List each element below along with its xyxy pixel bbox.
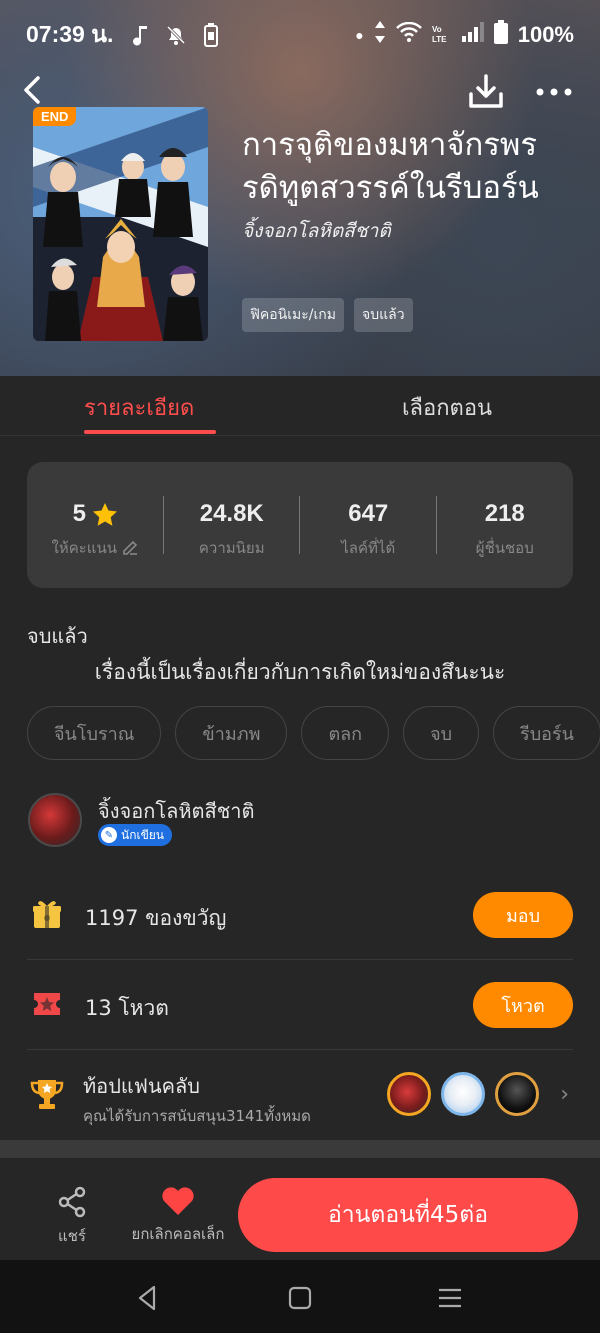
- give-gift-button[interactable]: มอบ: [473, 892, 573, 938]
- vote-count: 13 โหวต: [85, 996, 169, 1020]
- likes-value: 647: [348, 500, 389, 527]
- battery-saver-icon: [203, 23, 219, 47]
- fans-label: ผู้ชื่นชอบ: [475, 539, 534, 557]
- vote-row: 13 โหวต โหวต: [27, 960, 573, 1050]
- nav-back-icon[interactable]: [134, 1284, 162, 1312]
- rating-label: ให้คะแนน: [51, 539, 117, 557]
- music-note-icon: [133, 24, 149, 46]
- tag-status[interactable]: จบแล้ว: [354, 298, 413, 332]
- book-cover[interactable]: END: [33, 107, 208, 341]
- fan-avatar[interactable]: [387, 1072, 431, 1116]
- tab-bar: รายละเอียด เลือกตอน: [0, 376, 600, 436]
- stats-card: 5 ให้คะแนน 24.8K ความนิยม 647 ไลค์ที่ได้…: [27, 462, 573, 588]
- author-name[interactable]: จิ้งจอกโลหิตสีชาติ: [98, 795, 255, 827]
- book-author[interactable]: จิ้งจอกโลหิตสีชาติ: [242, 216, 391, 246]
- section-separator: [0, 1140, 600, 1158]
- genre-chip[interactable]: ตลก: [301, 706, 390, 760]
- writer-badge-icon: ✎: [101, 827, 117, 843]
- top-fanclub-row[interactable]: ท้อปแฟนคลับ คุณได้รับการสนับสนุน3141ทั้ง…: [27, 1052, 573, 1140]
- data-arrows-icon: [374, 21, 386, 49]
- fanclub-avatars: [387, 1072, 539, 1116]
- download-button[interactable]: [466, 72, 506, 112]
- book-title: การจุติของมหาจักรพรรดิทูตสวรรค์ในรีบอร์น: [242, 127, 539, 206]
- genre-chip[interactable]: รีบอร์น: [493, 706, 600, 760]
- nav-recents-icon[interactable]: [436, 1284, 464, 1312]
- rating-value: 5: [72, 500, 86, 527]
- fanclub-subtitle: คุณได้รับการสนับสนุน3141ทั้งหมด: [83, 1107, 311, 1125]
- star-icon: [92, 502, 117, 526]
- tag-category[interactable]: ฟิคอนิเมะ/เกม: [242, 298, 344, 332]
- popularity-label: ความนิยม: [198, 539, 265, 557]
- completion-status: จบแล้ว: [27, 624, 88, 648]
- end-badge: END: [33, 107, 77, 126]
- writer-badge: ✎ นักเขียน: [98, 824, 173, 846]
- fanclub-title: ท้อปแฟนคลับ: [83, 1074, 200, 1098]
- genre-list: จีนโบราณ ข้ามภพ ตลก จบ รีบอร์น: [27, 706, 600, 760]
- fan-avatar[interactable]: [495, 1072, 539, 1116]
- author-avatar[interactable]: [28, 793, 82, 847]
- cover-artwork: [33, 107, 208, 341]
- chevron-right-icon: ›: [560, 1082, 569, 1107]
- header-banner: 07:39 น. ● Vo LTE 100% END การจุติของมหา…: [0, 0, 600, 376]
- book-tags: ฟิคอนิเมะ/เกม จบแล้ว: [242, 298, 413, 332]
- download-icon: [469, 74, 503, 108]
- svg-text:Vo: Vo: [432, 25, 442, 34]
- nav-home-icon[interactable]: [286, 1284, 314, 1312]
- signal-icon: [461, 22, 484, 48]
- trophy-icon: [30, 1080, 64, 1109]
- volte-icon: Vo LTE: [432, 24, 452, 47]
- system-nav-bar: [0, 1260, 600, 1333]
- edit-pencil-icon: [123, 540, 138, 555]
- back-button[interactable]: [22, 70, 58, 110]
- popularity-value: 24.8K: [199, 500, 264, 527]
- stat-popularity: 24.8K ความนิยม: [164, 462, 300, 588]
- gift-count: 1197 ของขวัญ: [85, 906, 227, 930]
- battery-percent: 100%: [517, 22, 574, 47]
- dot-icon: ●: [355, 27, 364, 43]
- genre-chip[interactable]: จบ: [403, 706, 480, 760]
- stat-likes: 647 ไลค์ที่ได้: [300, 462, 437, 588]
- heart-icon: [162, 1187, 194, 1215]
- fan-avatar[interactable]: [441, 1072, 485, 1116]
- author-row[interactable]: จิ้งจอกโลหิตสีชาติ ✎ นักเขียน: [28, 793, 573, 853]
- more-dots-icon: [536, 88, 572, 96]
- unfavorite-label: ยกเลิกคอลเล็ก: [131, 1225, 225, 1243]
- fans-value: 218: [484, 500, 525, 527]
- tab-chapters[interactable]: เลือกตอน: [402, 390, 492, 425]
- tab-details[interactable]: รายละเอียด: [84, 390, 194, 425]
- likes-label: ไลค์ที่ได้: [341, 539, 396, 557]
- share-label: แชร์: [58, 1227, 86, 1245]
- genre-chip[interactable]: จีนโบราณ: [27, 706, 162, 760]
- battery-icon: [493, 20, 508, 50]
- genre-chip[interactable]: ข้ามภพ: [175, 706, 288, 760]
- gift-row: 1197 ของขวัญ มอบ: [27, 870, 573, 960]
- vote-button[interactable]: โหวต: [473, 982, 573, 1028]
- writer-badge-label: นักเขียน: [121, 827, 165, 842]
- unfavorite-button[interactable]: ยกเลิกคอลเล็ก: [120, 1186, 236, 1246]
- mute-bell-icon: [165, 24, 187, 46]
- stat-fans: 218 ผู้ชื่นชอบ: [437, 462, 574, 588]
- share-button[interactable]: แชร์: [44, 1186, 100, 1248]
- bottom-action-bar: แชร์ ยกเลิกคอลเล็ก อ่านตอนที่45ต่อ: [0, 1168, 600, 1260]
- more-options-button[interactable]: [534, 78, 574, 106]
- gift-icon: [33, 901, 61, 928]
- tab-active-indicator: [84, 430, 216, 434]
- status-bar: 07:39 น. ● Vo LTE 100%: [0, 0, 600, 70]
- svg-text:LTE: LTE: [432, 35, 447, 44]
- continue-reading-button[interactable]: อ่านตอนที่45ต่อ: [238, 1178, 578, 1252]
- status-time: 07:39 น.: [26, 21, 114, 47]
- share-icon: [58, 1186, 86, 1218]
- book-description: เรื่องนี้เป็นเรื่องเกี่ยวกับการเกิดใหม่ข…: [94, 660, 506, 684]
- vote-ticket-icon: [34, 993, 60, 1015]
- wifi-icon: [395, 21, 422, 48]
- stat-rating[interactable]: 5 ให้คะแนน: [27, 462, 164, 588]
